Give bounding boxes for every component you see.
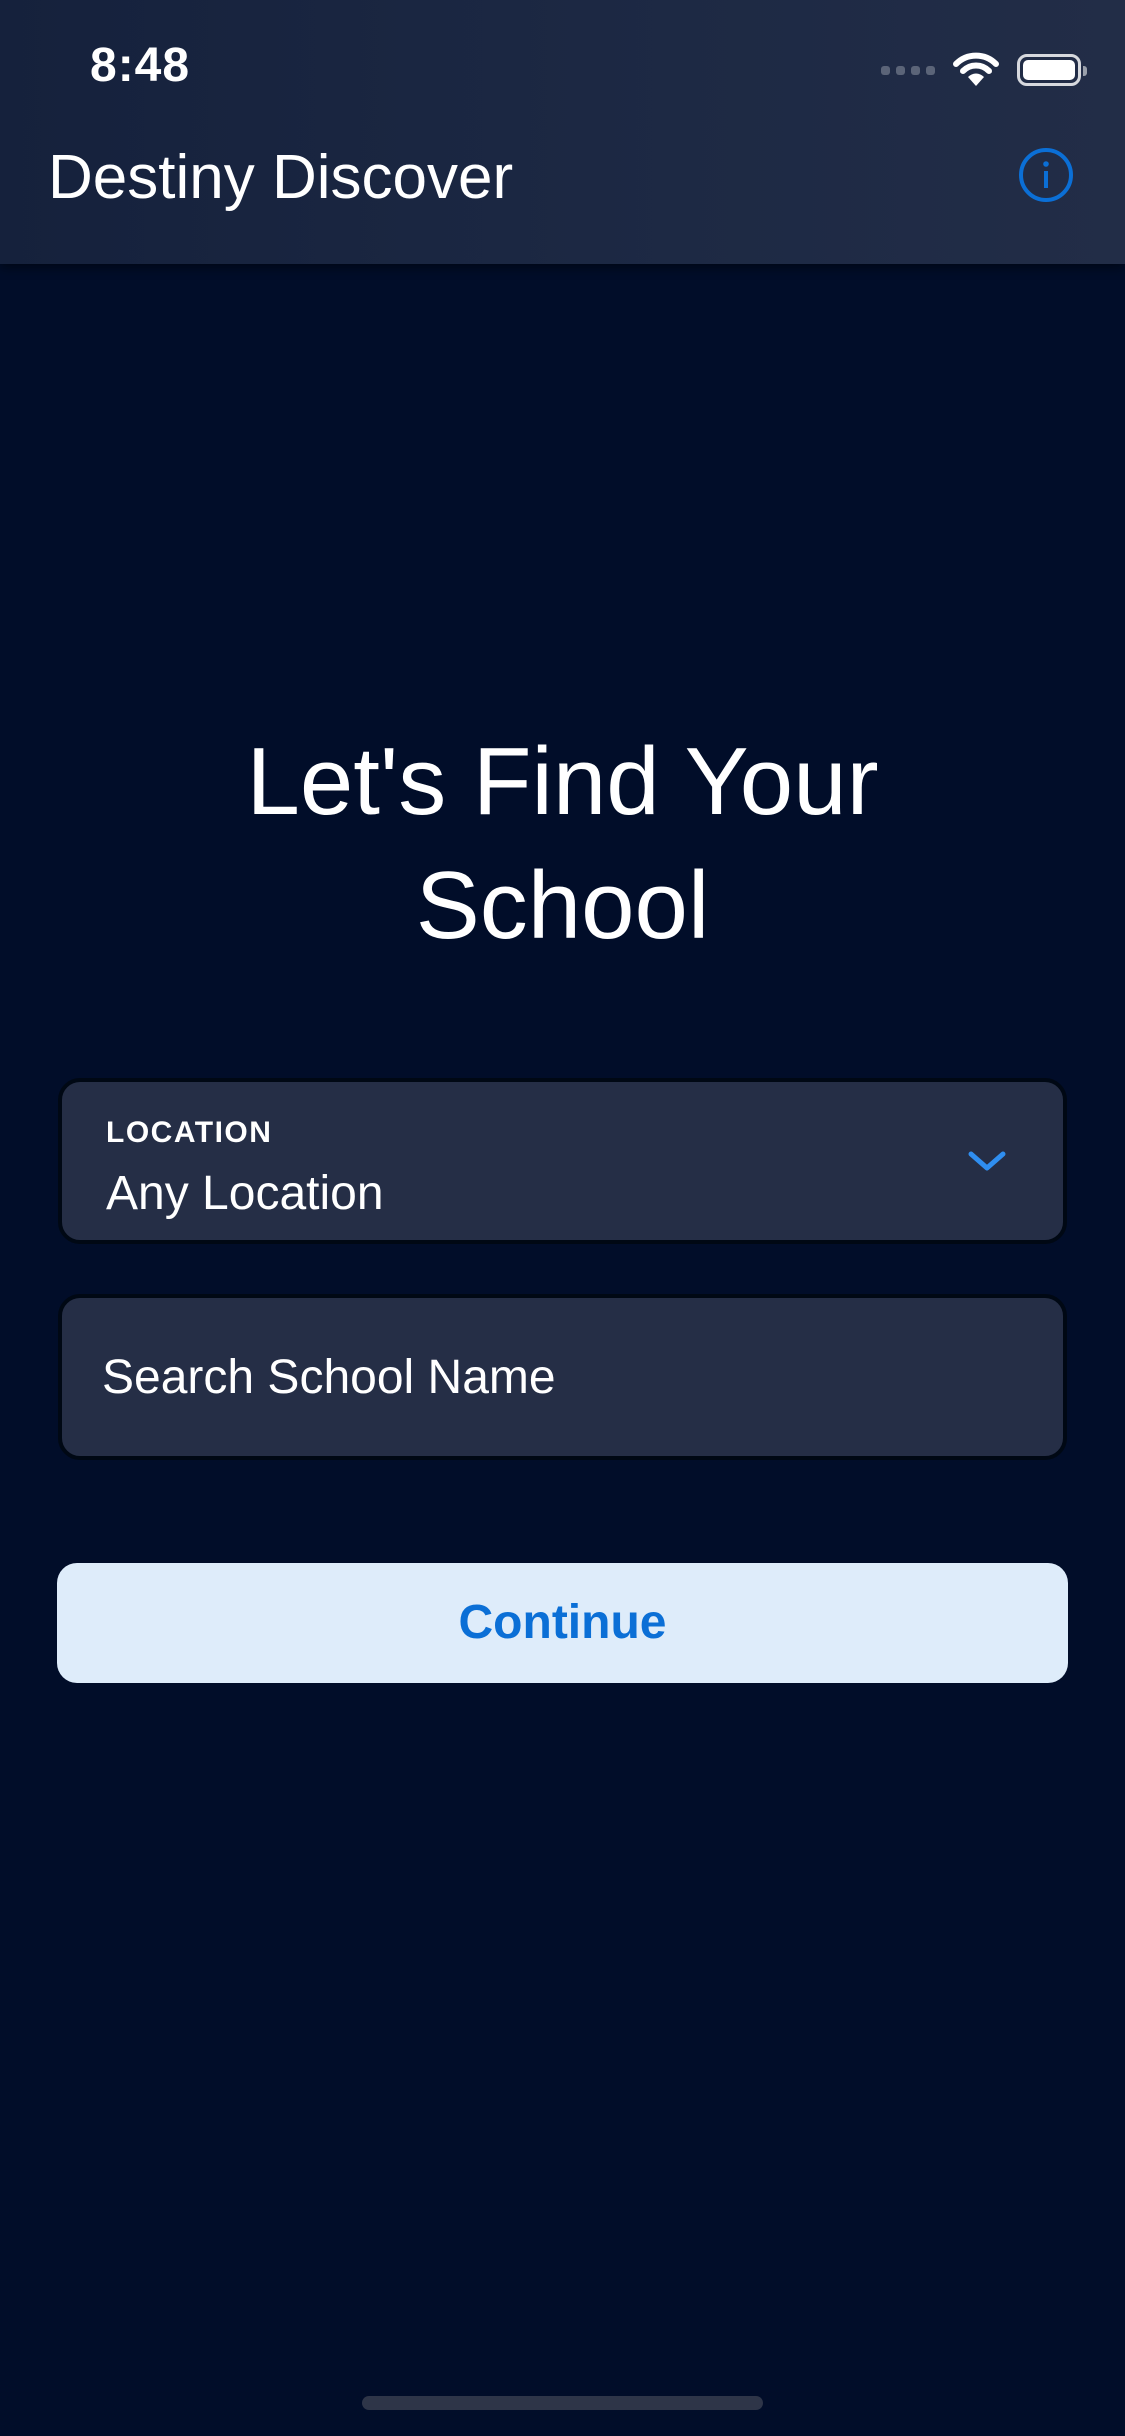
info-button[interactable] xyxy=(1018,147,1074,203)
status-icons xyxy=(881,48,1087,92)
battery-icon xyxy=(1017,54,1087,86)
info-icon xyxy=(1019,148,1073,202)
headline-line-2: School xyxy=(415,852,710,959)
cellular-signal-icon xyxy=(881,65,935,75)
location-value: Any Location xyxy=(106,1167,384,1220)
wifi-icon xyxy=(953,52,999,86)
continue-button[interactable]: Continue xyxy=(57,1563,1068,1683)
page-headline: Let's Find Your School xyxy=(0,720,1125,968)
location-dropdown[interactable]: LOCATION Any Location xyxy=(58,1078,1067,1244)
school-search-input[interactable] xyxy=(102,1298,1002,1456)
headline-line-1: Let's Find Your xyxy=(246,728,879,835)
chevron-down-icon xyxy=(968,1151,1006,1171)
header: 8:48 Destiny Discover xyxy=(0,0,1125,264)
status-time: 8:48 xyxy=(90,39,191,92)
app-screen: 8:48 Destiny Discover Let's Find Your Sc… xyxy=(0,0,1125,2436)
home-indicator xyxy=(362,2396,763,2410)
school-search-field[interactable] xyxy=(58,1294,1067,1460)
location-label: LOCATION xyxy=(106,1116,273,1149)
app-title: Destiny Discover xyxy=(48,143,514,212)
